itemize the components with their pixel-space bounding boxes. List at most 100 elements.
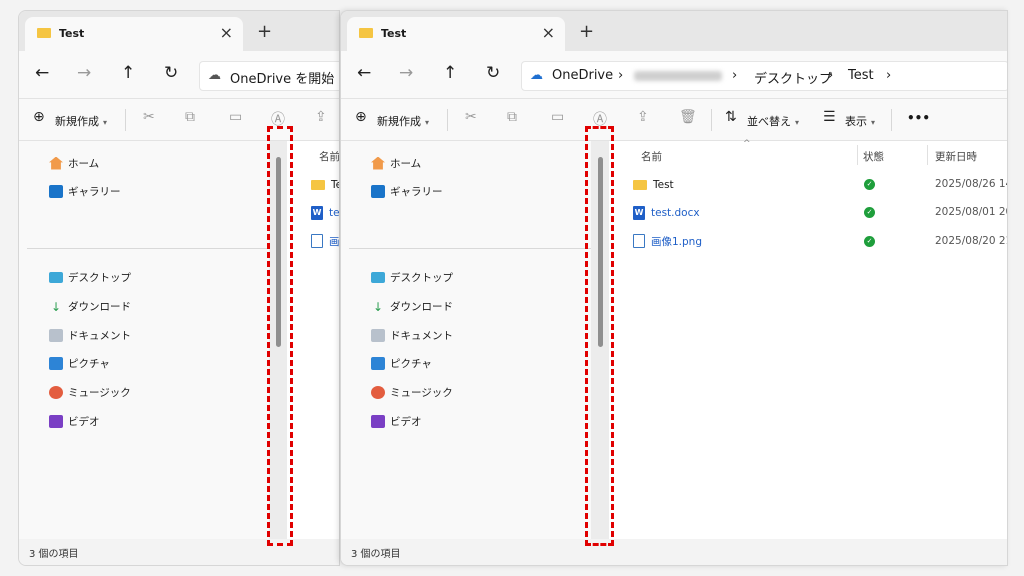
address-text: OneDrive を開始 <box>230 72 335 87</box>
video-icon <box>371 414 385 428</box>
breadcrumb-test[interactable]: Test <box>848 68 874 83</box>
tab-title: Test <box>59 27 85 40</box>
file-name: Test <box>653 179 674 191</box>
close-icon[interactable]: × <box>542 23 555 42</box>
column-divider[interactable] <box>857 145 858 165</box>
close-icon[interactable]: × <box>220 23 233 42</box>
navigation-pane: ホーム ギャラリー デスクトップ ↓ ダウンロード ドキュメント ピクチャ ミュー… <box>19 141 269 539</box>
document-icon <box>49 328 63 342</box>
arrow-up-icon[interactable]: ↑ <box>443 63 457 83</box>
chevron-right-icon: › <box>828 68 834 83</box>
nav-item-desktop[interactable]: デスクトップ <box>49 267 131 287</box>
nav-item-videos[interactable]: ビデオ <box>371 411 422 431</box>
column-header-name[interactable]: 名前 <box>641 149 662 164</box>
nav-item-music[interactable]: ミュージック <box>49 382 131 402</box>
nav-item-gallery[interactable]: ギャラリー <box>49 181 121 201</box>
desktop-icon <box>371 271 385 283</box>
table-row[interactable]: Wtest.docx <box>633 203 700 223</box>
folder-icon <box>37 28 51 38</box>
refresh-icon[interactable]: ↻ <box>486 63 500 83</box>
chevron-down-icon: ▾ <box>795 118 800 127</box>
list-item[interactable]: Test <box>311 175 339 195</box>
nav-item-home[interactable]: ホーム <box>371 153 421 173</box>
address-bar[interactable]: ☁ OneDrive を開始 <box>199 61 339 91</box>
plus-icon[interactable]: + <box>579 21 594 42</box>
nav-item-gallery[interactable]: ギャラリー <box>371 181 443 201</box>
cut-icon[interactable]: ✂ <box>465 109 477 125</box>
breadcrumb-onedrive[interactable]: OneDrive <box>552 68 613 83</box>
copy-icon[interactable]: ⧉ <box>507 109 517 125</box>
item-count: 3 個の項目 <box>29 549 79 560</box>
paste-icon[interactable]: ▭ <box>229 109 242 125</box>
divider <box>711 109 712 131</box>
folder-icon <box>633 180 647 190</box>
file-name: test.docx <box>651 207 700 219</box>
navigation-pane: ホーム ギャラリー デスクトップ ↓ ダウンロード ドキュメント ピクチャ ミュー… <box>341 141 591 539</box>
nav-item-desktop[interactable]: デスクトップ <box>371 267 453 287</box>
nav-item-music[interactable]: ミュージック <box>371 382 453 402</box>
trash-icon[interactable]: 🗑 <box>679 109 697 125</box>
desktop-icon <box>49 271 63 283</box>
arrow-up-icon[interactable]: ↑ <box>121 63 135 83</box>
nav-item-documents[interactable]: ドキュメント <box>371 325 453 345</box>
table-row[interactable]: Test <box>633 175 674 195</box>
chevron-right-icon: › <box>886 68 892 83</box>
download-icon: ↓ <box>50 299 62 314</box>
tab-test[interactable]: Test × <box>347 17 565 51</box>
column-header-status[interactable]: 状態 <box>863 149 884 164</box>
share-icon[interactable]: ⇪ <box>637 109 649 125</box>
cut-icon[interactable]: ✂ <box>143 109 155 125</box>
command-bar: ⊕ 新規作成 ▾ ✂ ⧉ ▭ Ⓐ ⇪ 🗑 ⇅ 並べ替え ▾ ☰ 表示 ▾ ••• <box>341 99 1007 141</box>
nav-item-downloads[interactable]: ↓ ダウンロード <box>371 296 453 316</box>
folder-icon <box>311 180 325 190</box>
nav-item-pictures[interactable]: ピクチャ <box>49 353 110 373</box>
arrow-left-icon[interactable]: ← <box>35 63 49 83</box>
list-item[interactable]: Wtest.docx <box>311 203 339 223</box>
tab-title: Test <box>381 27 407 40</box>
file-name: 画像1.png <box>651 235 703 248</box>
nav-label: ビデオ <box>68 415 100 428</box>
nav-divider <box>27 248 269 249</box>
refresh-icon[interactable]: ↻ <box>164 63 178 83</box>
plus-circle-icon: ⊕ <box>33 109 45 125</box>
table-row[interactable]: 画像1.png <box>633 231 702 251</box>
arrow-left-icon[interactable]: ← <box>357 63 371 83</box>
nav-item-downloads[interactable]: ↓ ダウンロード <box>49 296 131 316</box>
nav-item-videos[interactable]: ビデオ <box>49 411 100 431</box>
more-options-button[interactable]: ••• <box>907 111 930 125</box>
check-icon: ✓ <box>864 207 875 218</box>
highlight-box-left <box>267 126 293 546</box>
column-header-name[interactable]: 名前 <box>319 149 339 164</box>
sort-button[interactable]: 並べ替え ▾ <box>747 113 799 129</box>
copy-icon[interactable]: ⧉ <box>185 109 195 125</box>
plus-icon[interactable]: + <box>257 21 272 42</box>
nav-label: ホーム <box>68 157 100 170</box>
tab-test[interactable]: Test × <box>25 17 243 51</box>
nav-item-documents[interactable]: ドキュメント <box>49 325 131 345</box>
divider <box>891 109 892 131</box>
sort-caret-icon: ^ <box>743 139 751 149</box>
nav-label: ダウンロード <box>68 300 131 313</box>
share-icon[interactable]: ⇪ <box>315 109 327 125</box>
column-divider[interactable] <box>927 145 928 165</box>
navigation-bar: ← → ↑ ↻ ☁ OneDrive › › デスクトップ › Test › <box>341 51 1007 99</box>
nav-item-pictures[interactable]: ピクチャ <box>371 353 432 373</box>
column-header-modified[interactable]: 更新日時 <box>935 149 977 164</box>
new-label: 新規作成 <box>55 115 99 128</box>
divider <box>447 109 448 131</box>
breadcrumb-desktop[interactable]: デスクトップ <box>754 68 832 87</box>
address-bar[interactable]: ☁ OneDrive › › デスクトップ › Test › <box>521 61 1007 91</box>
new-button[interactable]: 新規作成 ▾ <box>377 113 429 129</box>
new-button[interactable]: 新規作成 ▾ <box>55 113 107 129</box>
chevron-down-icon: ▾ <box>871 118 876 127</box>
view-button[interactable]: 表示 ▾ <box>845 113 875 129</box>
picture-icon <box>49 356 63 370</box>
nav-item-home[interactable]: ホーム <box>49 153 99 173</box>
paste-icon[interactable]: ▭ <box>551 109 564 125</box>
arrow-right-icon[interactable]: → <box>399 63 413 83</box>
nav-label: ビデオ <box>390 415 422 428</box>
list-item[interactable]: 画像1.png <box>311 231 339 251</box>
title-bar: Test × + <box>341 11 1007 51</box>
arrow-right-icon[interactable]: → <box>77 63 91 83</box>
modified-date: 2025/08/01 20:5 <box>935 206 1007 218</box>
